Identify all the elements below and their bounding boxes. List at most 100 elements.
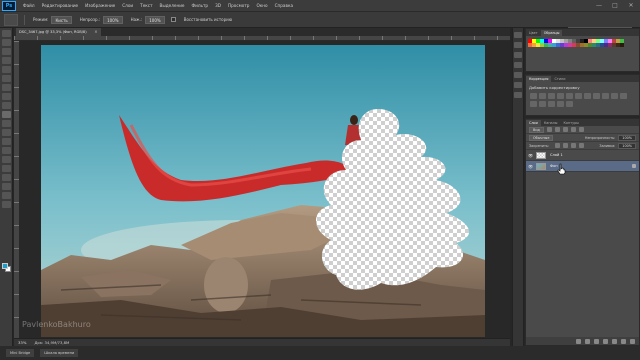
restore-history-checkbox[interactable] bbox=[170, 17, 176, 22]
color-lookup-icon[interactable] bbox=[620, 93, 627, 99]
layer-thumbnail[interactable] bbox=[536, 151, 546, 159]
curves-icon[interactable] bbox=[548, 93, 555, 99]
document-info[interactable]: Док: 34,9М/73,8М bbox=[34, 340, 69, 345]
tab-paths[interactable]: Контуры bbox=[560, 120, 582, 126]
mode-select[interactable]: Кисть bbox=[51, 15, 72, 24]
lock-transparency-icon[interactable] bbox=[555, 143, 561, 148]
paragraph-panel-icon[interactable] bbox=[514, 72, 522, 78]
new-group-icon[interactable] bbox=[612, 338, 617, 344]
eyedropper-tool-icon[interactable] bbox=[1, 75, 11, 82]
hand-tool-icon[interactable] bbox=[1, 192, 11, 199]
link-layers-icon[interactable] bbox=[576, 338, 581, 344]
menu-image[interactable]: Изображение bbox=[85, 3, 115, 8]
menu-view[interactable]: Просмотр bbox=[228, 3, 250, 8]
healing-tool-icon[interactable] bbox=[1, 84, 11, 91]
flow-field[interactable]: 100% bbox=[145, 15, 165, 24]
history-brush-tool-preset[interactable] bbox=[4, 13, 18, 26]
zoom-tool-icon[interactable] bbox=[1, 201, 11, 208]
info-panel-icon[interactable] bbox=[514, 62, 522, 68]
menu-window[interactable]: Окно bbox=[256, 3, 267, 8]
tab-mini-bridge[interactable]: Mini Bridge bbox=[6, 349, 35, 357]
fill-field[interactable]: 100% bbox=[618, 142, 636, 149]
color-swatch[interactable] bbox=[620, 43, 624, 47]
character-panel-icon[interactable] bbox=[514, 82, 522, 88]
menu-3d[interactable]: 3D bbox=[215, 3, 221, 8]
dodge-tool-icon[interactable] bbox=[1, 147, 11, 154]
history-brush-tool-icon[interactable] bbox=[1, 111, 11, 118]
blend-mode-select[interactable]: Обычные bbox=[529, 134, 554, 141]
add-mask-icon[interactable] bbox=[594, 338, 599, 344]
layer-style-icon[interactable] bbox=[585, 338, 590, 344]
zoom-level[interactable]: 33% bbox=[18, 340, 26, 345]
visibility-eye-icon[interactable]: 👁 bbox=[528, 164, 533, 169]
menu-edit[interactable]: Редактирование bbox=[42, 3, 79, 8]
lock-pixels-icon[interactable] bbox=[563, 143, 569, 148]
delete-layer-icon[interactable] bbox=[630, 338, 635, 344]
type-filter-icon[interactable] bbox=[562, 127, 568, 132]
eraser-tool-icon[interactable] bbox=[1, 120, 11, 127]
shape-filter-icon[interactable] bbox=[570, 127, 576, 132]
layer-row-background[interactable]: 👁 Фон bbox=[526, 161, 639, 172]
move-tool-icon[interactable] bbox=[1, 30, 11, 37]
canvas-area[interactable] bbox=[19, 41, 510, 338]
menu-help[interactable]: Справка bbox=[275, 3, 293, 8]
tab-styles[interactable]: Стили bbox=[551, 76, 568, 82]
brush-tool-icon[interactable] bbox=[1, 93, 11, 100]
actions-panel-icon[interactable] bbox=[514, 42, 522, 48]
threshold-icon[interactable] bbox=[548, 101, 555, 107]
history-panel-icon[interactable] bbox=[514, 32, 522, 38]
menu-file[interactable]: Файл bbox=[23, 3, 35, 8]
color-balance-icon[interactable] bbox=[584, 93, 591, 99]
layer-name[interactable]: Слой 1 bbox=[550, 153, 563, 157]
new-layer-icon[interactable] bbox=[621, 338, 626, 344]
lasso-tool-icon[interactable] bbox=[1, 48, 11, 55]
layer-opacity-field[interactable]: 100% bbox=[618, 134, 636, 141]
brush-panel-icon[interactable] bbox=[514, 92, 522, 98]
levels-icon[interactable] bbox=[539, 93, 546, 99]
hue-saturation-icon[interactable] bbox=[575, 93, 582, 99]
tab-channels[interactable]: Каналы bbox=[541, 120, 561, 126]
layer-kind-select[interactable]: Вид bbox=[529, 126, 544, 133]
marquee-tool-icon[interactable] bbox=[1, 39, 11, 46]
blur-tool-icon[interactable] bbox=[1, 138, 11, 145]
document-image[interactable] bbox=[41, 45, 485, 337]
smart-object-filter-icon[interactable] bbox=[578, 127, 584, 132]
black-white-icon[interactable] bbox=[593, 93, 600, 99]
stamp-tool-icon[interactable] bbox=[1, 102, 11, 109]
pen-tool-icon[interactable] bbox=[1, 156, 11, 163]
gradient-map-icon[interactable] bbox=[557, 101, 564, 107]
foreground-color-swatch[interactable] bbox=[2, 263, 8, 269]
tab-layers[interactable]: Слои bbox=[526, 120, 541, 126]
photo-filter-icon[interactable] bbox=[602, 93, 609, 99]
pixel-filter-icon[interactable] bbox=[546, 127, 552, 132]
exposure-icon[interactable] bbox=[557, 93, 564, 99]
opacity-field[interactable]: 100% bbox=[103, 15, 123, 24]
properties-panel-icon[interactable] bbox=[514, 52, 522, 58]
vibrance-icon[interactable] bbox=[566, 93, 573, 99]
adjustment-filter-icon[interactable] bbox=[554, 127, 560, 132]
brightness-contrast-icon[interactable] bbox=[530, 93, 537, 99]
new-adjustment-icon[interactable] bbox=[603, 338, 608, 344]
lock-all-icon[interactable] bbox=[579, 143, 585, 148]
gradient-tool-icon[interactable] bbox=[1, 129, 11, 136]
minimize-button[interactable]: — bbox=[594, 2, 604, 9]
tab-swatches[interactable]: Образцы bbox=[540, 30, 563, 36]
selective-color-icon[interactable] bbox=[566, 101, 573, 107]
menu-select[interactable]: Выделение bbox=[160, 3, 185, 8]
layer-thumbnail[interactable] bbox=[536, 162, 546, 170]
invert-icon[interactable] bbox=[530, 101, 537, 107]
shape-tool-icon[interactable] bbox=[1, 183, 11, 190]
menu-filter[interactable]: Фильтр bbox=[192, 3, 209, 8]
lock-position-icon[interactable] bbox=[571, 143, 577, 148]
tab-adjustments[interactable]: Коррекция bbox=[526, 76, 552, 82]
menu-type[interactable]: Текст bbox=[140, 3, 152, 8]
menu-layers[interactable]: Слои bbox=[122, 3, 133, 8]
posterize-icon[interactable] bbox=[539, 101, 546, 107]
tab-timeline[interactable]: Шкала времени bbox=[40, 349, 79, 357]
document-tab[interactable]: DSC_3467.jpg @ 33,3% (Фон, RGB/8) × bbox=[16, 28, 101, 36]
type-tool-icon[interactable] bbox=[1, 165, 11, 172]
channel-mixer-icon[interactable] bbox=[611, 93, 618, 99]
close-button[interactable]: ✕ bbox=[626, 2, 636, 9]
close-tab-icon[interactable]: × bbox=[94, 28, 97, 36]
path-select-tool-icon[interactable] bbox=[1, 174, 11, 181]
